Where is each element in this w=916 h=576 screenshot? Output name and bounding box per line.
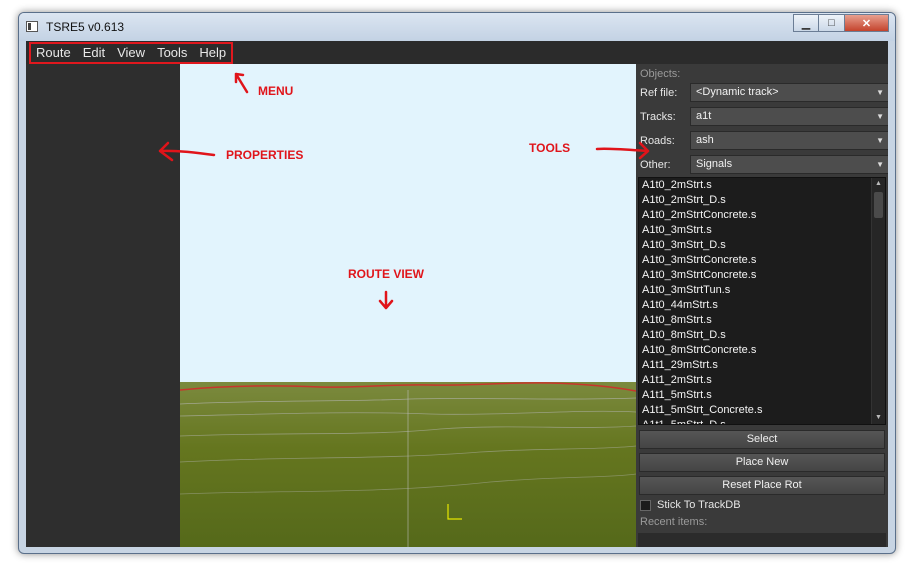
list-item[interactable]: A1t0_2mStrtConcrete.s (639, 208, 885, 223)
chevron-down-icon: ▼ (876, 160, 884, 169)
roads-value: ash (696, 134, 714, 146)
ref-file-value: <Dynamic track> (696, 86, 779, 98)
list-item[interactable]: A1t0_8mStrt.s (639, 313, 885, 328)
list-item[interactable]: A1t0_3mStrt.s (639, 223, 885, 238)
scroll-down-icon[interactable]: ▼ (872, 412, 885, 424)
roads-dropdown[interactable]: ash ▼ (690, 131, 888, 150)
stick-to-trackdb-checkbox[interactable] (640, 500, 651, 511)
client-area: Route Edit View Tools Help Objects: Ref … (26, 41, 888, 547)
app-icon (26, 21, 38, 32)
chevron-down-icon: ▼ (876, 112, 884, 121)
window-controls: ▁ □ ✕ (793, 14, 889, 33)
place-new-button[interactable]: Place New (639, 453, 885, 472)
window-title: TSRE5 v0.613 (46, 20, 125, 34)
maximize-icon: □ (828, 17, 835, 29)
recent-items-label: Recent items: (640, 516, 708, 528)
list-item[interactable]: A1t0_3mStrtTun.s (639, 283, 885, 298)
menu-bar: Route Edit View Tools Help (26, 41, 888, 64)
list-item[interactable]: A1t1_5mStrt_Concrete.s (639, 403, 885, 418)
other-label: Other: (640, 159, 671, 171)
other-value: Signals (696, 158, 733, 170)
list-item[interactable]: A1t0_8mStrtConcrete.s (639, 343, 885, 358)
terrain-lines (180, 382, 636, 547)
other-dropdown[interactable]: Signals ▼ (690, 155, 888, 174)
close-icon: ✕ (861, 17, 872, 30)
list-item[interactable]: A1t1_2mStrt.s (639, 373, 885, 388)
chevron-down-icon: ▼ (876, 136, 884, 145)
list-scrollbar[interactable]: ▲ ▼ (871, 178, 885, 424)
list-item[interactable]: A1t1_5mStrt.s (639, 388, 885, 403)
chevron-down-icon: ▼ (876, 88, 884, 97)
recent-items-list[interactable] (638, 533, 886, 547)
list-item[interactable]: A1t0_2mStrt_D.s (639, 193, 885, 208)
roads-label: Roads: (640, 135, 675, 147)
ref-file-label: Ref file: (640, 87, 678, 99)
list-item[interactable]: A1t1_5mStrt_D.s (639, 418, 885, 424)
minimize-icon: ▁ (801, 17, 811, 30)
select-button[interactable]: Select (639, 430, 885, 449)
minimize-button[interactable]: ▁ (793, 14, 819, 32)
stick-to-trackdb-label: Stick To TrackDB (657, 499, 741, 511)
list-item[interactable]: A1t0_3mStrtConcrete.s (639, 268, 885, 283)
tracks-label: Tracks: (640, 111, 676, 123)
annotation-tools: TOOLS (529, 141, 571, 155)
objects-label: Objects: (640, 68, 681, 80)
tracks-value: a1t (696, 110, 712, 122)
ref-file-dropdown[interactable]: <Dynamic track> ▼ (690, 83, 888, 102)
scroll-thumb[interactable] (874, 192, 883, 218)
list-item[interactable]: A1t0_2mStrt.s (639, 178, 885, 193)
list-item[interactable]: A1t0_44mStrt.s (639, 298, 885, 313)
properties-panel (26, 64, 180, 547)
annotation-properties: PROPERTIES (226, 148, 304, 162)
title-bar[interactable]: TSRE5 v0.613 ▁ □ ✕ (19, 13, 895, 41)
tracks-dropdown[interactable]: a1t ▼ (690, 107, 888, 126)
annotation-menu: MENU (258, 84, 294, 98)
scroll-up-icon[interactable]: ▲ (872, 178, 885, 190)
list-item[interactable]: A1t0_3mStrtConcrete.s (639, 253, 885, 268)
list-item[interactable]: A1t0_8mStrt_D.s (639, 328, 885, 343)
app-window: TSRE5 v0.613 ▁ □ ✕ Route Edit View Tools… (18, 12, 896, 554)
tools-panel: Objects: Ref file: <Dynamic track> ▼ Tra… (636, 64, 888, 547)
route-view[interactable] (180, 64, 636, 547)
close-button[interactable]: ✕ (845, 14, 889, 32)
maximize-button[interactable]: □ (819, 14, 845, 32)
list-item[interactable]: A1t1_29mStrt.s (639, 358, 885, 373)
object-list[interactable]: A1t0_2mStrt.s A1t0_2mStrt_D.s A1t0_2mStrtC… (638, 177, 886, 425)
annotation-route-view: ROUTE VIEW (348, 267, 425, 281)
reset-place-rot-button[interactable]: Reset Place Rot (639, 476, 885, 495)
list-item[interactable]: A1t0_3mStrt_D.s (639, 238, 885, 253)
menu-highlight-box (29, 42, 233, 64)
